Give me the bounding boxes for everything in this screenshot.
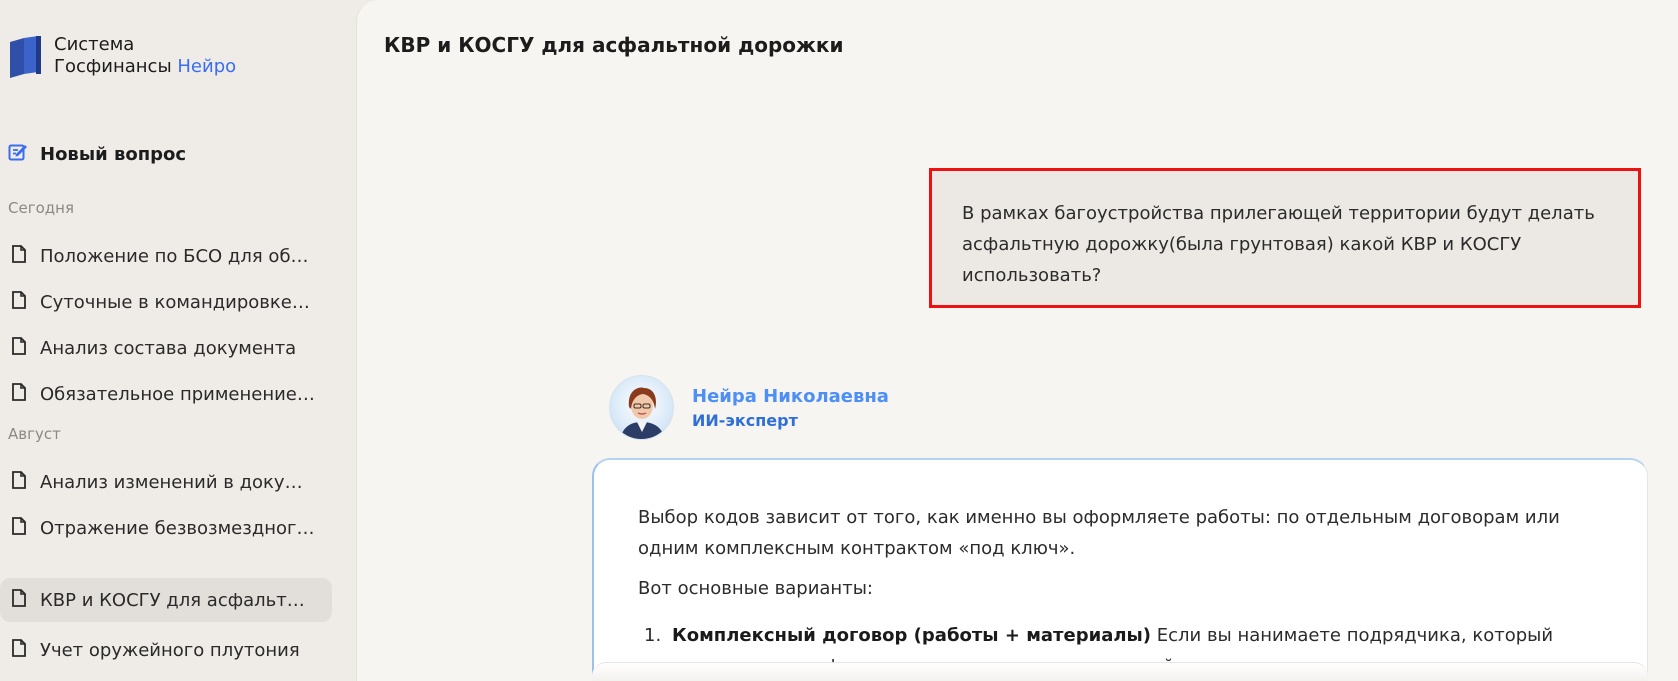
composer-edge <box>592 662 1648 681</box>
group-label-today: Сегодня <box>8 199 74 217</box>
bot-header: Нейра Николаевна ИИ-эксперт <box>609 375 889 440</box>
book-logo-icon <box>8 34 42 78</box>
group-label-august: Август <box>8 425 61 443</box>
sidebar-item-chat[interactable]: Отражение безвозмездного... <box>0 506 332 550</box>
sidebar-item-chat[interactable]: Обязательное применение ... <box>0 372 332 416</box>
document-icon <box>12 291 26 313</box>
sidebar-item-chat[interactable]: Суточные в командировке Т... <box>0 280 332 324</box>
sidebar-item-chat[interactable]: Положение по БСО для обр... <box>0 234 332 278</box>
logo-line2: Госфинансы <box>54 56 172 77</box>
chat-panel: КВР и КОСГУ для асфальтной дорожки В рам… <box>356 0 1678 681</box>
document-icon <box>12 639 26 661</box>
sidebar-item-label: Анализ изменений в докуме... <box>40 471 315 493</box>
sidebar-item-label: Отражение безвозмездного... <box>40 517 315 539</box>
sidebar-item-label: Положение по БСО для обр... <box>40 245 315 267</box>
sidebar-item-chat[interactable]: Анализ состава документа <box>0 326 332 370</box>
bot-name: Нейра Николаевна <box>692 385 889 407</box>
sidebar-item-label: Обязательное применение ... <box>40 383 315 405</box>
edit-icon <box>8 142 28 166</box>
document-icon <box>12 245 26 267</box>
bot-message-card: Выбор кодов зависит от того, как именно … <box>592 458 1648 681</box>
page-title: КВР и КОСГУ для асфальтной дорожки <box>384 33 844 57</box>
document-icon <box>12 383 26 405</box>
sidebar-item-label: КВР и КОСГУ для асфальтно... <box>40 589 315 611</box>
sidebar-item-chat[interactable]: Учет оружейного плутония <box>0 628 332 672</box>
sidebar: Система Госфинансы Нейро Новый вопрос Се… <box>0 0 354 681</box>
logo[interactable]: Система Госфинансы Нейро <box>8 34 236 78</box>
logo-accent: Нейро <box>177 56 237 77</box>
sidebar-item-label: Анализ состава документа <box>40 337 297 359</box>
sidebar-item-chat-active[interactable]: КВР и КОСГУ для асфальтно... <box>0 578 332 622</box>
user-message-bubble: В рамках багоустройства прилегающей терр… <box>929 168 1641 308</box>
bot-paragraph: Вот основные варианты: <box>638 578 873 599</box>
document-icon <box>12 517 26 539</box>
bot-paragraph: Выбор кодов зависит от того, как именно … <box>638 507 1560 559</box>
bot-role: ИИ-эксперт <box>692 410 798 430</box>
document-icon <box>12 471 26 493</box>
new-question-label: Новый вопрос <box>40 143 187 165</box>
app-window: Система Госфинансы Нейро Новый вопрос Се… <box>0 0 1678 681</box>
new-question-button[interactable]: Новый вопрос <box>8 142 186 166</box>
avatar <box>609 375 674 440</box>
logo-text: Система Госфинансы Нейро <box>54 34 236 78</box>
logo-line1: Система <box>54 34 135 55</box>
document-icon <box>12 337 26 359</box>
sidebar-item-chat[interactable]: Анализ изменений в докуме... <box>0 460 332 504</box>
sidebar-item-label: Суточные в командировке Т... <box>40 291 315 313</box>
list-item-bold: Комплексный договор (работы + материалы) <box>672 625 1152 646</box>
sidebar-item-label: Учет оружейного плутония <box>40 639 300 661</box>
document-icon <box>12 589 26 611</box>
